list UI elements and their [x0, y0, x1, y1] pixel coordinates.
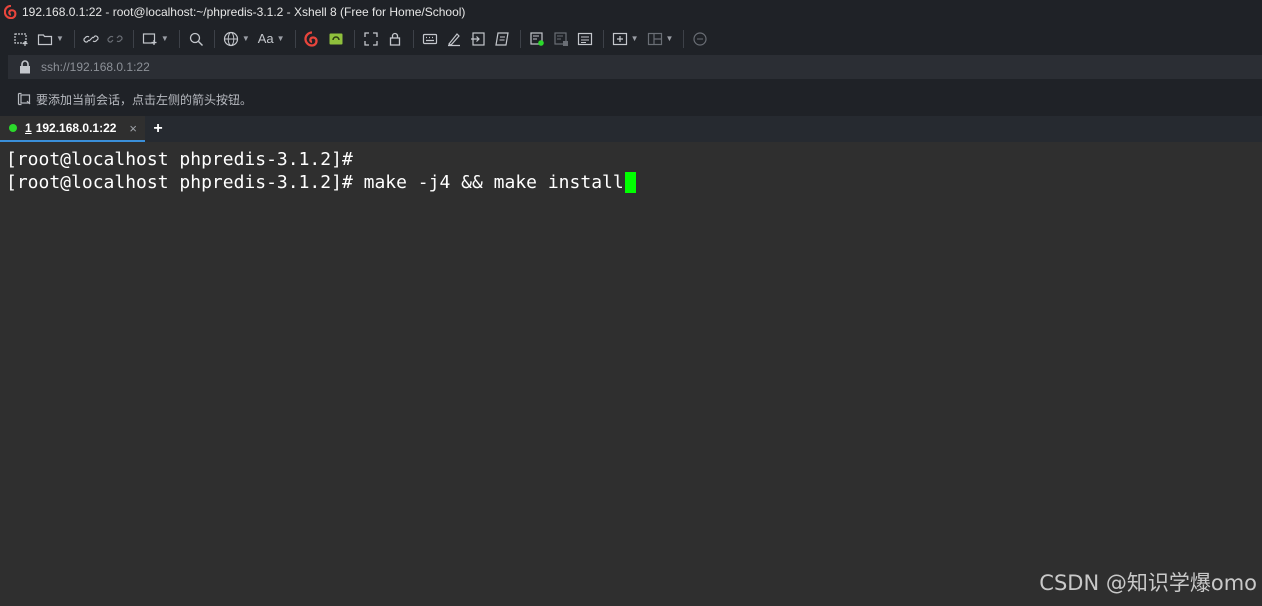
connection-status-icon [9, 124, 17, 132]
log-compose-icon[interactable] [574, 28, 596, 50]
toolbar-separator [73, 29, 75, 48]
highlight-icon[interactable] [443, 28, 465, 50]
tab-label: 192.168.0.1:22 [35, 121, 117, 135]
fullscreen-icon[interactable] [360, 28, 382, 50]
layout-icon[interactable]: ▼ [644, 28, 677, 50]
chevron-down-icon: ▼ [241, 34, 250, 43]
reconnect-icon[interactable] [80, 28, 102, 50]
lock-icon[interactable] [384, 28, 406, 50]
log-green-icon[interactable] [526, 28, 548, 50]
find-icon[interactable] [185, 28, 207, 50]
toolbar-separator [683, 29, 685, 48]
chevron-down-icon: ▼ [56, 34, 64, 43]
lock-icon [20, 60, 30, 74]
toolbar-separator [602, 29, 604, 48]
session-tab[interactable]: 1 192.168.0.1:22 × [0, 116, 145, 142]
toolbar: ▼ ▼ ▼ Aa ▼ ▼ ▼ [0, 24, 1262, 53]
xshell-icon[interactable] [301, 28, 323, 50]
log-gray-icon[interactable] [550, 28, 572, 50]
xftp-icon[interactable] [325, 28, 347, 50]
toolbar-separator [294, 29, 296, 48]
watermark: CSDN @知识学爆omo [1039, 571, 1257, 595]
open-session-icon[interactable]: ▼ [34, 28, 67, 50]
add-session-icon[interactable] [17, 92, 31, 106]
terminal-line-text: [root@localhost phpredis-3.1.2]# make -j… [6, 172, 624, 193]
script-icon[interactable] [491, 28, 513, 50]
chevron-down-icon: ▼ [160, 34, 169, 43]
transfer-icon[interactable] [467, 28, 489, 50]
add-tab-button[interactable]: + [149, 118, 167, 140]
toolbar-separator [132, 29, 134, 48]
address-field[interactable]: ssh://192.168.0.1:22 [8, 55, 1262, 79]
new-tab-icon[interactable]: ▼ [139, 28, 172, 50]
close-icon[interactable]: × [129, 121, 137, 136]
chevron-down-icon: ▼ [276, 34, 285, 43]
chevron-down-icon: ▼ [665, 34, 674, 43]
font-icon[interactable]: Aa ▼ [255, 28, 288, 50]
title-bar: 192.168.0.1:22 - root@localhost:~/phpred… [0, 0, 1262, 24]
disconnect-icon[interactable] [104, 28, 126, 50]
encoding-icon[interactable]: ▼ [220, 28, 253, 50]
terminal-cursor [624, 172, 636, 193]
terminal[interactable]: [root@localhost phpredis-3.1.2]# [root@l… [0, 142, 1262, 606]
keyboard-icon[interactable] [419, 28, 441, 50]
chat-icon[interactable] [689, 28, 711, 50]
address-text: ssh://192.168.0.1:22 [41, 60, 150, 74]
tab-add-icon[interactable]: ▼ [609, 28, 642, 50]
toolbar-separator [519, 29, 521, 48]
toolbar-separator [412, 29, 414, 48]
address-bar: ssh://192.168.0.1:22 [0, 53, 1262, 82]
session-hint-bar: 要添加当前会话，点击左侧的箭头按钮。 [0, 82, 1262, 116]
window-title: 192.168.0.1:22 - root@localhost:~/phpred… [22, 5, 466, 19]
xshell-logo-icon [4, 5, 17, 19]
terminal-line: [root@localhost phpredis-3.1.2]# [6, 149, 353, 170]
toolbar-separator [178, 29, 180, 48]
toolbar-separator [353, 29, 355, 48]
toolbar-separator [213, 29, 215, 48]
tab-bar: 1 192.168.0.1:22 × + [0, 116, 1262, 142]
terminal-line: [root@localhost phpredis-3.1.2]# make -j… [6, 172, 636, 194]
hint-text: 要添加当前会话，点击左侧的箭头按钮。 [36, 92, 253, 107]
new-session-icon[interactable] [10, 28, 32, 50]
tab-number: 1 [25, 121, 32, 135]
chevron-down-icon: ▼ [630, 34, 639, 43]
